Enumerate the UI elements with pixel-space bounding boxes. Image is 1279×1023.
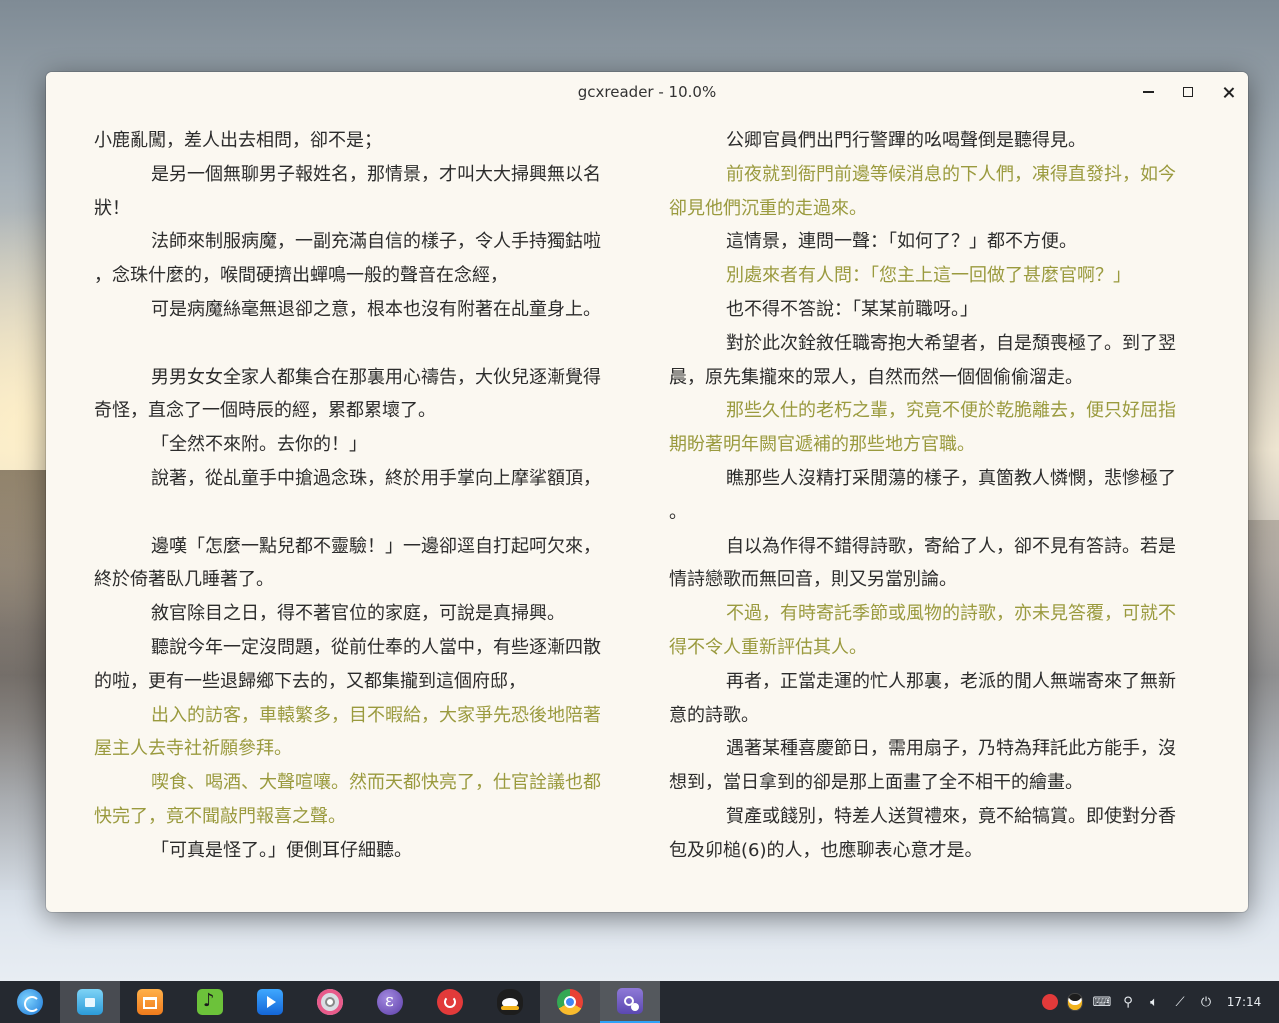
netease-music-icon [437, 989, 463, 1015]
qq-icon [497, 989, 523, 1015]
text-line: 可是病魔絲毫無退卻之意，根本也沒有附著在乩童身上。 [151, 298, 601, 320]
control-center-button[interactable] [300, 981, 360, 1023]
desktop-wallpaper-right [1248, 520, 1279, 900]
text-line: 敘官除目之日，得不著官位的家庭，可說是真掃興。 [151, 603, 565, 625]
minimize-icon [1142, 91, 1154, 93]
taskbar: ⌨ ⚲ 🔈︎ ⟋ ⏻ 17:14 [0, 981, 1279, 1023]
right-page[interactable]: 公卿官員們出門行警蹕的吆喝聲倒是聽得見。前夜就到衙門前邊等候消息的下人們，凍得直… [669, 124, 1201, 868]
text-line: 「可真是怪了。」便側耳仔細聽。 [151, 839, 412, 861]
close-icon [1223, 87, 1234, 98]
minimize-button[interactable] [1133, 78, 1163, 106]
music-player-button[interactable] [180, 981, 240, 1023]
text-line: 情詩戀歌而無回音，則又另當別論。 [669, 569, 957, 591]
text-line: 前夜就到衙門前邊等候消息的下人們，凍得直發抖，如今 [726, 163, 1176, 185]
text-line: 是另一個無聊男子報姓名，那情景，才叫大大掃興無以名 [151, 163, 601, 185]
text-line: 說著，從乩童手中搶過念珠，終於用手掌向上摩挲額頂， [151, 467, 601, 489]
text-line: 意的詩歌。 [669, 704, 759, 726]
text-line: 瞧那些人沒精打采閒蕩的樣子，真箇教人憐憫，悲慘極了 [726, 467, 1176, 489]
power-icon[interactable]: ⏻ [1194, 981, 1218, 1023]
text-line: 出入的訪客，車轅繁多，目不暇給，大家爭先恐後地陪著 [151, 704, 601, 726]
movie-player-button[interactable] [240, 981, 300, 1023]
text-line: 快完了，竟不聞敲門報喜之聲。 [94, 805, 346, 827]
window-title: gcxreader - 10.0% [577, 83, 717, 101]
text-line: 遇著某種喜慶節日，需用扇子，乃特為拜託此方能手，沒 [726, 738, 1176, 760]
gcxreader-icon [617, 988, 643, 1014]
chrome-icon [557, 989, 583, 1015]
text-line: 不過，有時寄託季節或風物的詩歌，亦未見答覆，可就不 [726, 603, 1176, 625]
file-manager-icon [77, 989, 103, 1015]
text-line: 想到，當日拿到的卻是那上面畫了全不相干的繪畫。 [669, 772, 1083, 794]
text-line: 再者，正當走運的忙人那裏，老派的閒人無端寄來了無新 [726, 670, 1176, 692]
clock[interactable]: 17:14 [1222, 981, 1266, 1023]
app-store-button[interactable] [120, 981, 180, 1023]
qq-tray-icon[interactable] [1063, 981, 1087, 1023]
text-line: 公卿官員們出門行警蹕的吆喝聲倒是聽得見。 [726, 130, 1086, 151]
text-line: 這情景，連問一聲：「如何了？」都不方便。 [726, 231, 1077, 253]
text-line: 得不令人重新評估其人。 [669, 636, 867, 658]
text-line: 終於倚著臥几睡著了。 [94, 569, 274, 591]
text-line: 那些久仕的老朽之輩，究竟不便於乾脆離去，便只好屈指 [726, 400, 1176, 422]
close-button[interactable] [1213, 78, 1243, 106]
text-line: 屋主人去寺社祈願參拜。 [94, 738, 292, 760]
emacs-button[interactable] [360, 981, 420, 1023]
text-line: 「全然不來附。去你的！」 [151, 434, 367, 456]
text-line: 賀產或餞別，特差人送賀禮來，竟不給犒賞。即使對分香 [726, 805, 1176, 827]
text-line: 晨，原先集攏來的眾人，自然而然一個個偷偷溜走。 [669, 366, 1083, 388]
launcher-button[interactable] [0, 981, 60, 1023]
movie-player-icon [257, 989, 283, 1015]
text-line [94, 496, 626, 530]
text-line: 男男女女全家人都集合在那裏用心禱告，大伙兒逐漸覺得 [151, 366, 601, 388]
text-line: 狀！ [94, 197, 130, 219]
network-icon[interactable]: ⟋ [1168, 981, 1192, 1023]
keyboard-icon[interactable]: ⌨ [1090, 981, 1114, 1023]
text-line: 自以為作得不錯得詩歌，寄給了人，卻不見有答詩。若是 [726, 535, 1176, 557]
text-line: 喫食、喝酒、大聲喧嚷。然而天都快亮了，仕官詮議也都 [151, 772, 601, 794]
emacs-icon [377, 989, 403, 1015]
reader-window: gcxreader - 10.0% 小鹿亂闖，差人出去相問，卻不是； 是另一個無聊… [46, 72, 1248, 912]
file-manager-button[interactable] [60, 981, 120, 1023]
usb-icon[interactable]: ⚲ [1116, 981, 1140, 1023]
text-line: 期盼著明年闕官遞補的那些地方官職。 [669, 434, 975, 456]
gcxreader-button[interactable] [600, 981, 660, 1023]
control-center-icon [317, 989, 343, 1015]
text-line: 包及卯槌(6)的人，也應聊表心意才是。 [669, 839, 983, 861]
qq-button[interactable] [480, 981, 540, 1023]
text-line: 聽說今年一定沒問題，從前仕奉的人當中，有些逐漸四散 [151, 636, 601, 658]
text-line: 小鹿亂闖，差人出去相問，卻不是； [94, 130, 382, 151]
netease-tray-icon[interactable] [1038, 981, 1062, 1023]
title-bar[interactable]: gcxreader - 10.0% [46, 72, 1248, 112]
text-line: 對於此次銓敘任職寄抱大希望者，自是頹喪極了。到了翌 [726, 332, 1176, 354]
text-line [94, 327, 626, 361]
netease-music-button[interactable] [420, 981, 480, 1023]
chrome-button[interactable] [540, 981, 600, 1023]
text-line: 邊嘆「怎麼一點兒都不靈驗！」一邊卻逕自打起呵欠來， [151, 535, 601, 557]
launcher-icon [17, 989, 43, 1015]
text-line: ，念珠什麼的，喉間硬擠出蟬鳴一般的聲音在念經， [94, 265, 508, 287]
text-line: 的啦，更有一些退歸鄉下去的，又都集攏到這個府邸， [94, 670, 526, 692]
text-line: 也不得不答說：「某某前職呀。」 [726, 298, 978, 320]
volume-icon[interactable]: 🔈︎ [1142, 981, 1166, 1023]
app-store-icon [137, 989, 163, 1015]
text-line: 法師來制服病魔，一副充滿自信的樣子，令人手持獨鈷啦 [151, 231, 601, 253]
text-line: 奇怪，直念了一個時辰的經，累都累壞了。 [94, 400, 436, 422]
text-line: 別處來者有人問：「您主上這一回做了甚麼官啊？」 [726, 265, 1131, 287]
desktop-wallpaper-left [0, 470, 46, 890]
maximize-icon [1183, 87, 1193, 97]
music-player-icon [197, 989, 223, 1015]
maximize-button[interactable] [1173, 78, 1203, 106]
text-line: 。 [669, 501, 687, 523]
text-line: 卻見他們沉重的走過來。 [669, 197, 867, 219]
left-page[interactable]: 小鹿亂闖，差人出去相問，卻不是； 是另一個無聊男子報姓名，那情景，才叫大大掃興無以… [94, 124, 626, 868]
